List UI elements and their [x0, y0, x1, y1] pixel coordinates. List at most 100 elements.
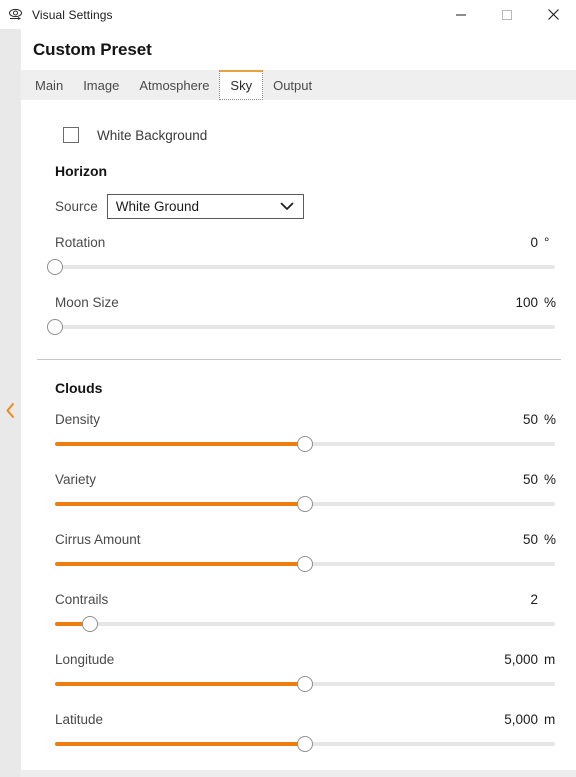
tab-sky[interactable]: Sky	[219, 70, 264, 100]
slider-value-text-contrails: 2	[530, 592, 538, 607]
white-background-row: White Background	[63, 127, 561, 143]
slider-value-text-density: 50	[522, 412, 538, 427]
slider-track-cirrus-amount[interactable]	[55, 556, 555, 572]
slider-label-variety: Variety	[55, 472, 97, 487]
visual-settings-window: Visual Settings Custom Preset Main Image…	[0, 0, 576, 777]
slider-value-cirrus-amount: 50 %	[522, 532, 557, 547]
slider-head-contrails: Contrails 2	[55, 592, 555, 610]
slider-fill	[55, 442, 305, 446]
section-divider	[37, 359, 561, 360]
slider-track-bg	[55, 622, 555, 626]
slider-value-text-cirrus-amount: 50	[522, 532, 538, 547]
slider-unit-variety: %	[544, 472, 557, 487]
preset-header: Custom Preset	[21, 29, 576, 70]
slider-value-rotation: 0 °	[528, 235, 555, 250]
minimize-button[interactable]	[438, 0, 484, 29]
slider-row-contrails: Contrails 2	[55, 592, 555, 632]
slider-unit-latitude: m	[544, 712, 556, 727]
slider-value-variety: 50 %	[522, 472, 557, 487]
slider-value-text-variety: 50	[522, 472, 538, 487]
slider-thumb-latitude[interactable]	[297, 736, 313, 752]
window-controls	[438, 0, 576, 29]
maximize-button[interactable]	[484, 0, 530, 29]
slider-track-contrails[interactable]	[55, 616, 555, 632]
collapse-panel-button[interactable]	[0, 393, 20, 433]
slider-value-moon-size: 100 %	[515, 295, 557, 310]
panel-bottom-edge	[20, 770, 576, 777]
window-title: Visual Settings	[32, 7, 113, 22]
slider-label-latitude: Latitude	[55, 712, 104, 727]
slider-row-cirrus-amount: Cirrus Amount 50 %	[55, 532, 557, 572]
slider-track-rotation[interactable]	[47, 259, 555, 275]
slider-label-cirrus-amount: Cirrus Amount	[55, 532, 141, 547]
slider-fill	[55, 742, 305, 746]
slider-value-text-longitude: 5,000	[504, 652, 538, 667]
slider-value-density: 50 %	[522, 412, 557, 427]
slider-row-variety: Variety 50 %	[55, 472, 557, 512]
slider-value-latitude: 5,000 m	[504, 712, 555, 727]
chevron-left-icon	[5, 402, 16, 424]
slider-unit-rotation: °	[544, 235, 550, 250]
slider-row-moon-size: Moon Size 100 %	[47, 295, 557, 335]
horizon-source-select[interactable]: White Ground	[106, 194, 304, 219]
slider-head-rotation: Rotation 0 °	[55, 235, 555, 253]
slider-label-contrails: Contrails	[55, 592, 109, 607]
slider-value-contrails: 2	[528, 592, 555, 607]
horizon-source-row: Source White Ground	[55, 194, 561, 219]
slider-unit-moon-size: %	[544, 295, 557, 310]
slider-thumb-longitude[interactable]	[297, 676, 313, 692]
tab-image[interactable]: Image	[73, 70, 129, 100]
slider-value-text-latitude: 5,000	[504, 712, 538, 727]
tab-atmosphere[interactable]: Atmosphere	[129, 70, 219, 100]
slider-row-longitude: Longitude 5,000 m	[55, 652, 555, 692]
slider-track-moon-size[interactable]	[47, 319, 555, 335]
slider-track-bg	[55, 265, 555, 269]
slider-value-text-moon-size: 100	[515, 295, 538, 310]
slider-thumb-cirrus-amount[interactable]	[297, 556, 313, 572]
horizon-source-label: Source	[55, 199, 98, 214]
slider-thumb-contrails[interactable]	[82, 616, 98, 632]
clouds-section-title: Clouds	[55, 380, 103, 396]
eye-settings-icon	[7, 6, 25, 24]
tab-main[interactable]: Main	[25, 70, 73, 100]
slider-thumb-variety[interactable]	[297, 496, 313, 512]
tab-bar: Main Image Atmosphere Sky Output	[21, 70, 576, 100]
slider-thumb-density[interactable]	[297, 436, 313, 452]
slider-fill	[55, 562, 305, 566]
tab-content-sky: White Background Horizon Source White Gr…	[21, 100, 576, 773]
slider-label-density: Density	[55, 412, 101, 427]
left-rail	[0, 29, 20, 777]
horizon-source-value: White Ground	[115, 199, 200, 214]
slider-head-moon-size: Moon Size 100 %	[55, 295, 557, 313]
slider-fill	[55, 682, 305, 686]
slider-row-rotation: Rotation 0 °	[47, 235, 555, 275]
horizon-section-title: Horizon	[55, 163, 108, 179]
tab-output[interactable]: Output	[263, 70, 322, 100]
slider-value-text-rotation: 0	[530, 235, 538, 250]
slider-head-longitude: Longitude 5,000 m	[55, 652, 555, 670]
settings-panel: Custom Preset Main Image Atmosphere Sky …	[20, 29, 576, 773]
slider-track-bg	[55, 325, 555, 329]
slider-head-variety: Variety 50 %	[55, 472, 557, 490]
slider-label-longitude: Longitude	[55, 652, 115, 667]
slider-track-density[interactable]	[55, 436, 555, 452]
slider-label-rotation: Rotation	[55, 235, 106, 250]
slider-track-latitude[interactable]	[55, 736, 555, 752]
slider-track-longitude[interactable]	[55, 676, 555, 692]
slider-thumb-moon-size[interactable]	[47, 319, 63, 335]
white-background-label: White Background	[97, 127, 208, 143]
slider-unit-cirrus-amount: %	[544, 532, 557, 547]
slider-value-longitude: 5,000 m	[504, 652, 555, 667]
page-title: Custom Preset	[33, 39, 152, 59]
slider-unit-density: %	[544, 412, 557, 427]
close-button[interactable]	[530, 0, 576, 29]
slider-thumb-rotation[interactable]	[47, 259, 63, 275]
slider-head-cirrus-amount: Cirrus Amount 50 %	[55, 532, 557, 550]
title-bar: Visual Settings	[0, 0, 576, 29]
white-background-checkbox[interactable]	[63, 127, 79, 143]
slider-track-variety[interactable]	[55, 496, 555, 512]
slider-head-density: Density 50 %	[55, 412, 557, 430]
slider-head-latitude: Latitude 5,000 m	[55, 712, 555, 730]
slider-label-moon-size: Moon Size	[55, 295, 119, 310]
chevron-down-icon	[280, 202, 294, 211]
